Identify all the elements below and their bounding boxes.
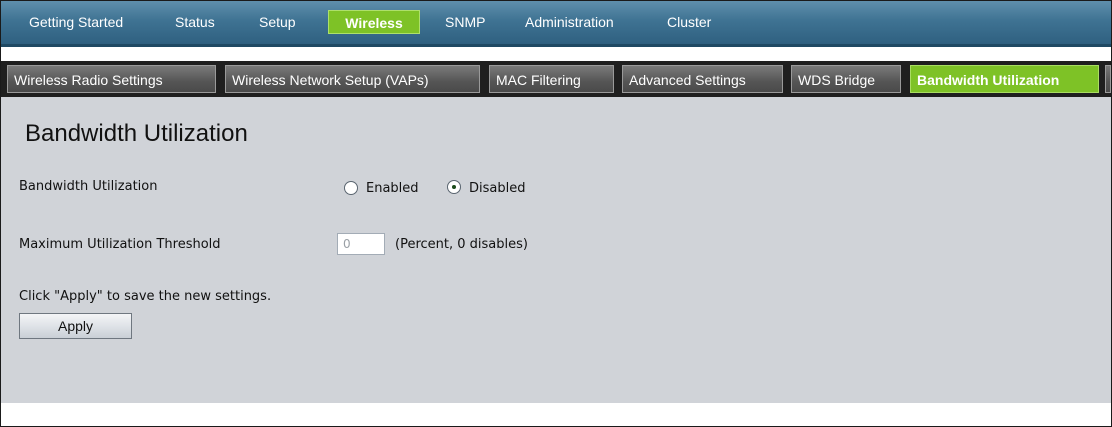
- tab-mac-filtering[interactable]: MAC Filtering: [489, 65, 614, 93]
- radio-disabled[interactable]: [447, 180, 461, 194]
- tab-advanced-settings[interactable]: Advanced Settings: [622, 65, 783, 93]
- top-nav-setup[interactable]: Setup: [251, 10, 304, 34]
- tab-wds-bridge[interactable]: WDS Bridge: [791, 65, 901, 93]
- top-navigation: Getting Started Status Setup Wireless SN…: [1, 1, 1111, 47]
- apply-note: Click "Apply" to save the new settings.: [19, 289, 272, 304]
- top-nav-wireless[interactable]: Wireless: [328, 10, 420, 34]
- top-nav-administration[interactable]: Administration: [517, 10, 622, 34]
- threshold-input[interactable]: 0: [337, 233, 385, 255]
- apply-button[interactable]: Apply: [19, 313, 132, 339]
- threshold-label: Maximum Utilization Threshold: [19, 237, 221, 252]
- page-title: Bandwidth Utilization: [25, 120, 248, 147]
- radio-disabled-label[interactable]: Disabled: [469, 181, 525, 196]
- tab-wireless-radio-settings[interactable]: Wireless Radio Settings: [7, 65, 216, 93]
- top-nav-cluster[interactable]: Cluster: [659, 10, 719, 34]
- radio-enabled[interactable]: [344, 181, 358, 195]
- threshold-hint: (Percent, 0 disables): [395, 237, 528, 252]
- tab-bandwidth-utilization[interactable]: Bandwidth Utilization: [910, 65, 1099, 93]
- top-nav-snmp[interactable]: SNMP: [437, 10, 493, 34]
- bandwidth-utilization-label: Bandwidth Utilization: [19, 179, 158, 194]
- radio-enabled-label[interactable]: Enabled: [366, 181, 419, 196]
- top-nav-getting-started[interactable]: Getting Started: [21, 10, 131, 34]
- tab-overflow[interactable]: [1105, 65, 1111, 93]
- tab-wireless-network-setup[interactable]: Wireless Network Setup (VAPs): [225, 65, 480, 93]
- browser-frame: Getting Started Status Setup Wireless SN…: [0, 0, 1112, 427]
- main-content: Bandwidth Utilization Bandwidth Utilizat…: [1, 97, 1111, 403]
- sub-navigation: Wireless Radio Settings Wireless Network…: [1, 61, 1111, 97]
- top-nav-status[interactable]: Status: [167, 10, 223, 34]
